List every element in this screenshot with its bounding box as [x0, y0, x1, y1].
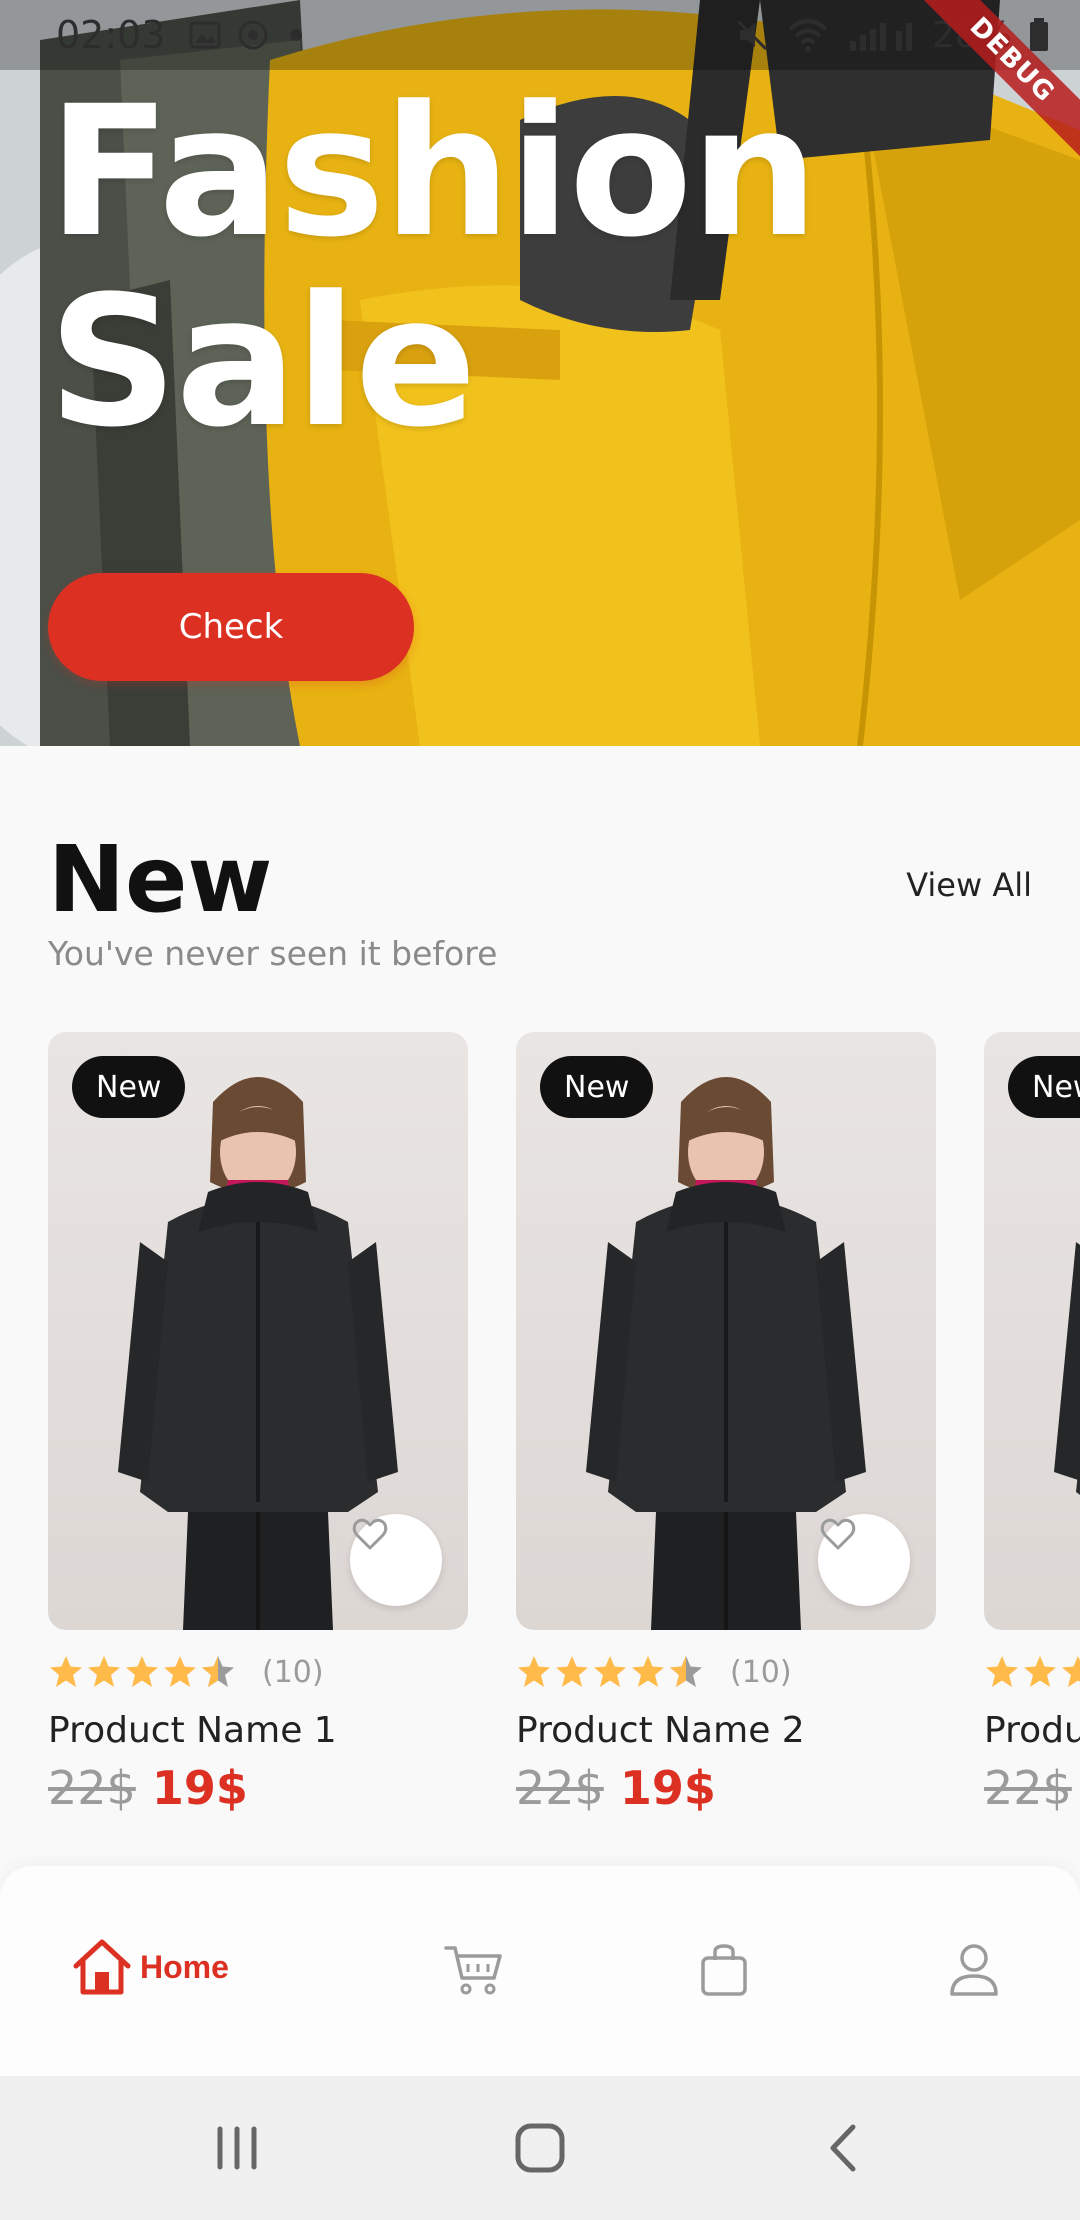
- old-price: 22$: [48, 1761, 136, 1815]
- rating-stars: [984, 1654, 1080, 1690]
- product-image[interactable]: New: [984, 1032, 1080, 1630]
- recent-apps-button[interactable]: [202, 2116, 272, 2180]
- bottom-navigation: Home: [0, 1866, 1080, 2076]
- sale-price: 19$: [619, 1761, 716, 1815]
- check-button[interactable]: Check: [48, 573, 414, 681]
- back-button[interactable]: [808, 2116, 878, 2180]
- product-rating: [984, 1652, 1080, 1692]
- product-name[interactable]: Product Name 2: [516, 1710, 936, 1751]
- product-prices: 22$ 19$: [48, 1761, 468, 1815]
- rating-stars: [48, 1654, 240, 1690]
- favorite-button[interactable]: [818, 1514, 910, 1606]
- new-badge: New: [72, 1056, 186, 1118]
- product-name[interactable]: Product Name 3: [984, 1710, 1080, 1751]
- product-card[interactable]: New (10): [516, 1032, 936, 1815]
- home-square-icon: [515, 2123, 565, 2173]
- product-image[interactable]: New: [48, 1032, 468, 1630]
- rating-count: (10): [730, 1654, 792, 1690]
- product-rating: (10): [48, 1652, 468, 1692]
- nav-home[interactable]: Home: [72, 1938, 229, 1996]
- product-prices: 22$ 19$: [516, 1761, 936, 1815]
- star-icons: [50, 1656, 234, 1687]
- nav-bag[interactable]: [692, 1938, 756, 2002]
- product-image[interactable]: New: [516, 1032, 936, 1630]
- gallery-icon: [189, 21, 221, 49]
- product-name[interactable]: Product Name 1: [48, 1710, 468, 1751]
- chrome-icon: [238, 20, 268, 50]
- rating-stars: [516, 1654, 708, 1690]
- back-icon: [830, 2124, 856, 2172]
- new-badge: New: [1008, 1056, 1080, 1118]
- nav-cart[interactable]: [442, 1938, 506, 2002]
- cart-icon: [444, 1946, 502, 1995]
- more-notifications-icon: [289, 29, 302, 41]
- home-button[interactable]: [505, 2116, 575, 2180]
- status-bar: 02:03 28: [0, 0, 1080, 70]
- section-subtitle: You've never seen it before: [48, 934, 498, 973]
- hero-title-line1: Fashion: [48, 68, 819, 277]
- section-title: New: [48, 826, 273, 933]
- new-badge: New: [540, 1056, 654, 1118]
- new-section-header: New You've never seen it before View All: [48, 826, 1032, 974]
- nav-home-label: Home: [140, 1948, 229, 1985]
- hero-title: Fashion Sale: [48, 78, 868, 458]
- shopping-bag-icon: [701, 1944, 747, 1996]
- heart-icon: [352, 1518, 388, 1550]
- nav-profile[interactable]: [942, 1938, 1006, 2002]
- rating-count: (10): [262, 1654, 324, 1690]
- view-all-link[interactable]: View All: [906, 866, 1032, 904]
- product-photo: [1054, 1242, 1080, 1495]
- product-card[interactable]: New Product Name 3 22$: [984, 1032, 1080, 1815]
- product-carousel[interactable]: New (10) Product Name 1 22$ 19$ New (10)…: [0, 1032, 1080, 1832]
- mute-icon: [736, 19, 768, 51]
- system-navigation-bar: [0, 2076, 1080, 2220]
- sale-price: 19$: [151, 1761, 248, 1815]
- profile-icon: [950, 1944, 998, 1996]
- notification-icons: [188, 18, 308, 52]
- hero-title-line2: Sale: [48, 258, 477, 467]
- star-icons: [518, 1656, 702, 1687]
- wifi-icon: [788, 19, 828, 52]
- old-price: 22$: [984, 1761, 1072, 1815]
- product-prices: 22$: [984, 1761, 1080, 1815]
- signal-icon: [849, 23, 912, 51]
- star-icons: [986, 1656, 1080, 1687]
- status-time: 02:03: [56, 13, 166, 57]
- battery-icon: [1030, 18, 1048, 51]
- hero-banner: Fashion Sale Check: [0, 0, 1080, 746]
- recent-apps-icon: [217, 2126, 257, 2170]
- home-icon: [73, 1939, 131, 1995]
- product-card[interactable]: New (10): [48, 1032, 468, 1815]
- favorite-button[interactable]: [350, 1514, 442, 1606]
- old-price: 22$: [516, 1761, 604, 1815]
- heart-icon: [820, 1518, 856, 1550]
- product-rating: (10): [516, 1652, 936, 1692]
